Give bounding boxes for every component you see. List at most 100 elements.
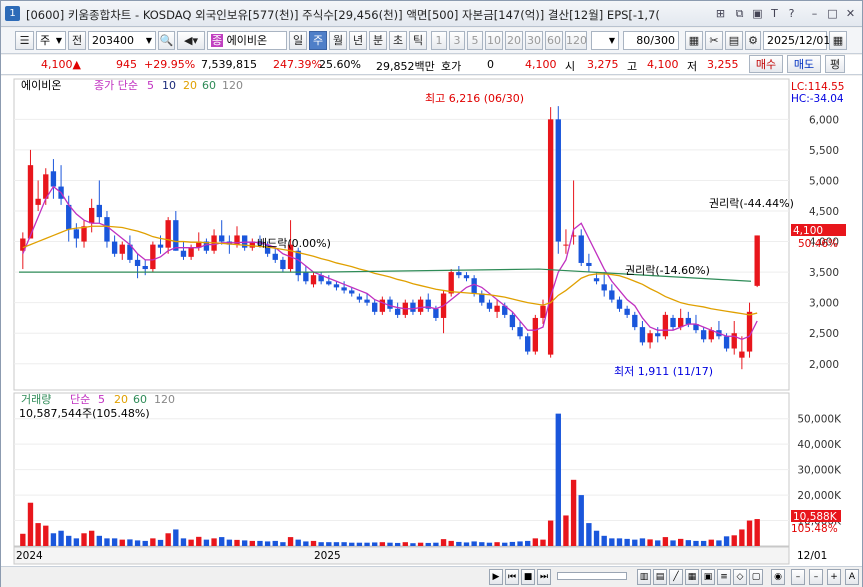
font-icon[interactable]: A <box>845 569 859 585</box>
volume-bar <box>310 540 317 546</box>
interval-3[interactable]: 3 <box>449 31 465 50</box>
search-icon[interactable]: 🔍 <box>158 31 175 50</box>
volume-bar <box>349 542 355 546</box>
speaker-icon[interactable]: ◀▾ <box>177 31 205 50</box>
turnover: 25.60% <box>319 58 361 71</box>
box-icon[interactable]: ▢ <box>749 569 763 585</box>
scroll-start-icon[interactable]: ⏮ <box>505 569 519 585</box>
zoom-minus-icon[interactable]: – <box>809 569 823 585</box>
volume-bar <box>494 542 500 546</box>
list-icon[interactable]: ≡ <box>717 569 731 585</box>
period-month[interactable]: 월 <box>329 31 347 50</box>
volume-bar <box>639 538 646 546</box>
count-field[interactable]: 80/300 <box>623 31 679 50</box>
period-day[interactable]: 일 <box>289 31 307 50</box>
interval-20[interactable]: 20 <box>505 31 523 50</box>
calendar-icon[interactable]: ▦ <box>829 31 847 50</box>
period-tick[interactable]: 틱 <box>409 31 427 50</box>
help-icon[interactable]: ? <box>784 6 799 21</box>
cross-icon[interactable]: ✂ <box>705 31 723 50</box>
volume-bar <box>678 538 684 546</box>
volume-tick-label: 30,000K <box>797 465 842 477</box>
volume-bar <box>50 533 57 546</box>
link-icon[interactable]: ⊞ <box>713 6 728 21</box>
low-label: 저 <box>687 60 698 73</box>
candle-body <box>540 305 546 318</box>
candle-body <box>624 308 630 315</box>
period-year[interactable]: 년 <box>349 31 367 50</box>
high-price: 4,100 <box>647 58 679 71</box>
gear-icon[interactable]: ⚙ <box>745 31 761 50</box>
candle-body <box>50 171 57 187</box>
candle-body <box>280 259 286 270</box>
volume-bar <box>739 529 745 546</box>
interval-60[interactable]: 60 <box>545 31 563 50</box>
buy-button[interactable]: 매수 <box>749 55 783 73</box>
bar-icon[interactable]: ▤ <box>653 569 667 585</box>
scroll-end-icon[interactable]: ⏭ <box>537 569 551 585</box>
copy-icon[interactable]: ⧉ <box>732 6 747 21</box>
period-minute[interactable]: 분 <box>369 31 387 50</box>
vlegend-5: 5 <box>98 393 105 406</box>
period-week[interactable]: 주 <box>309 31 327 50</box>
chart-type-icon[interactable]: ▥ <box>637 569 651 585</box>
cursor-icon[interactable]: ◇ <box>733 569 747 585</box>
volume-bar <box>73 538 80 546</box>
candle-body <box>372 302 378 312</box>
lock-icon[interactable]: ▣ <box>750 6 765 21</box>
price-legend-name[interactable]: 에이비온 <box>21 79 61 92</box>
interval-5[interactable]: 5 <box>467 31 483 50</box>
type-select[interactable]: 주 ▼ <box>36 31 66 50</box>
interval-1[interactable]: 1 <box>431 31 447 50</box>
volume-bar <box>662 537 669 546</box>
candle-body <box>119 244 125 254</box>
interval-10[interactable]: 10 <box>485 31 503 50</box>
candle-body <box>333 284 340 288</box>
volume-bar <box>517 541 523 546</box>
candle-body <box>471 278 477 294</box>
legend-ma20: 20 <box>183 79 197 92</box>
chart-area[interactable]: 2,000 2,500 3,000 3,500 4,000 4,500 5,000 5,500… <box>1 76 862 566</box>
table-icon[interactable]: ▣ <box>701 569 715 585</box>
area-icon[interactable]: ▦ <box>685 569 699 585</box>
zoom-slider[interactable] <box>557 572 627 580</box>
candle-body <box>295 250 301 276</box>
zoom-out-icon[interactable]: ◉ <box>771 569 785 585</box>
candle-body <box>73 229 80 239</box>
compress-icon[interactable]: – <box>791 569 805 585</box>
stock-code-input[interactable]: 203400 ▼ <box>88 31 156 50</box>
custom-interval[interactable]: ▼ <box>591 31 619 50</box>
volume-bar <box>27 502 34 546</box>
minimize-icon[interactable]: – <box>807 6 822 21</box>
volume-bar <box>540 539 546 546</box>
close-icon[interactable]: ✕ <box>843 6 858 21</box>
stock-name-field[interactable]: 종 에이비온 <box>207 31 287 50</box>
volume-bar <box>272 540 278 546</box>
volume-tick-label: 50,000K <box>797 414 842 426</box>
candle-body <box>81 226 87 242</box>
candle-body <box>670 317 676 328</box>
line-icon[interactable]: ╱ <box>669 569 683 585</box>
volume-bar <box>249 540 255 546</box>
volume-bar <box>356 542 363 546</box>
sell-button[interactable]: 매도 <box>787 55 821 73</box>
price-tick-label: 3,000 <box>809 298 839 310</box>
period-second[interactable]: 초 <box>389 31 407 50</box>
interval-120[interactable]: 120 <box>565 31 587 50</box>
grid-icon[interactable]: ▦ <box>685 31 703 50</box>
save-icon[interactable]: ▤ <box>725 31 743 50</box>
maximize-icon[interactable]: □ <box>825 6 840 21</box>
volume-tick-label: 20,000K <box>797 490 842 502</box>
menu-icon[interactable]: ☰ <box>15 31 34 50</box>
zoom-plus-icon[interactable]: + <box>827 569 841 585</box>
volume-bar <box>632 539 638 546</box>
scroll-right-icon[interactable]: ▶ <box>489 569 503 585</box>
pause-icon[interactable]: ■ <box>521 569 535 585</box>
volume-bar <box>173 529 179 546</box>
flat-button[interactable]: 평 <box>825 55 845 73</box>
date-field[interactable]: 2025/12/01 <box>763 31 830 50</box>
prev-button[interactable]: 전 <box>68 31 86 50</box>
text-icon[interactable]: T <box>767 6 782 21</box>
volume-legend-name[interactable]: 거래량 <box>21 393 51 406</box>
interval-30[interactable]: 30 <box>525 31 543 50</box>
